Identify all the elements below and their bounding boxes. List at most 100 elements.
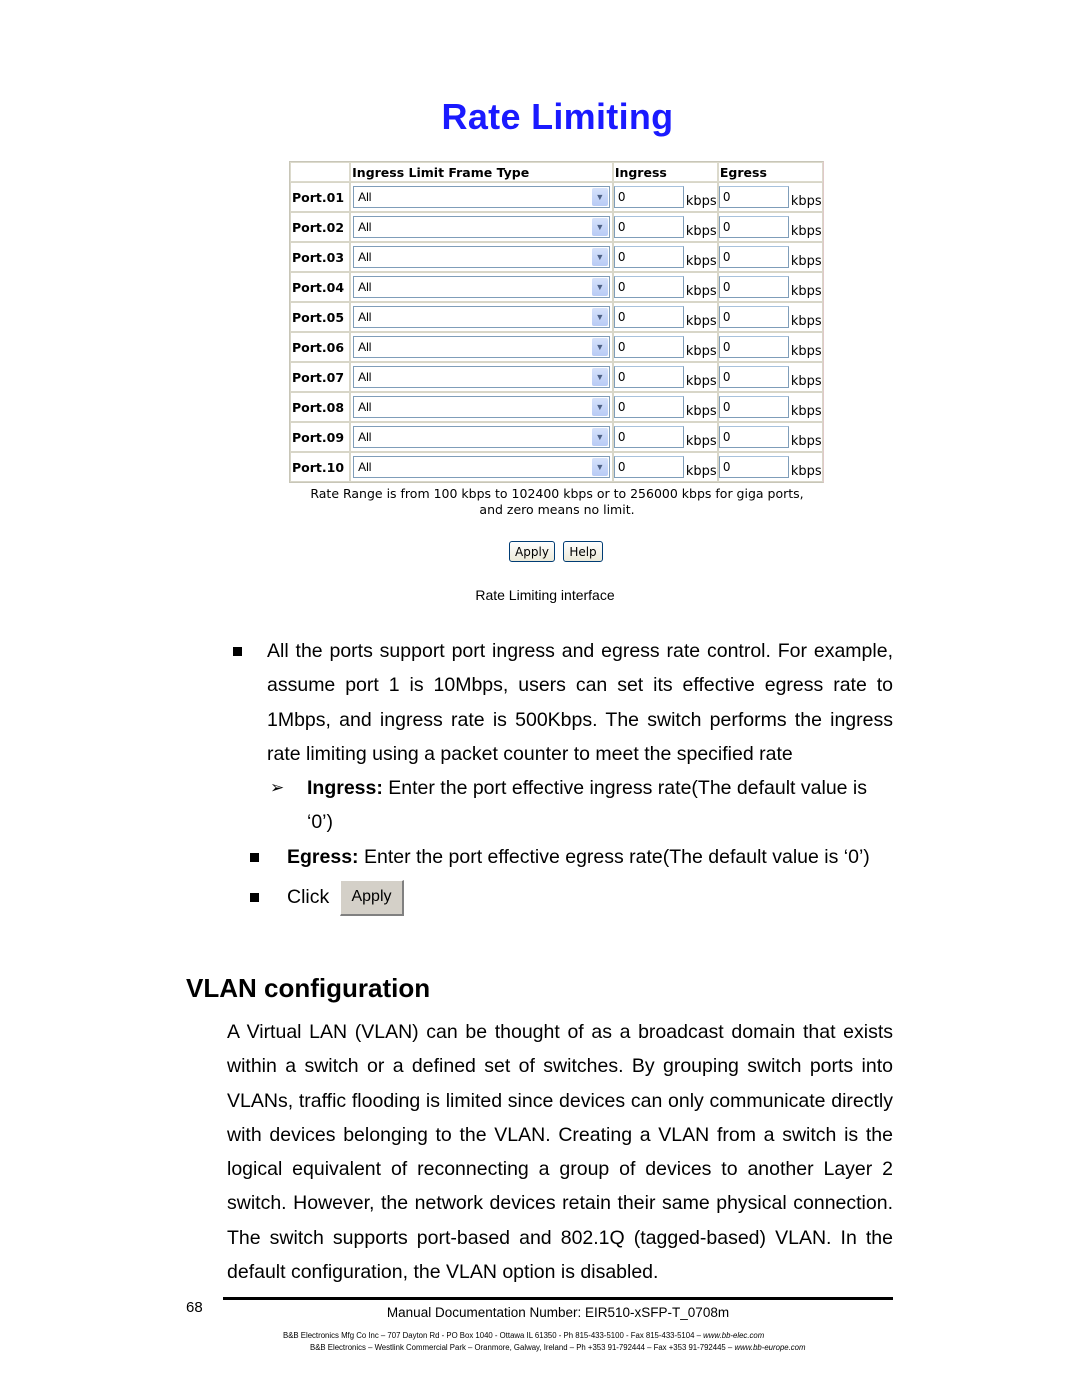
rate-range-note-line1: Rate Range is from 100 kbps to 102400 kb… <box>310 486 804 501</box>
ingress-unit: kbps <box>685 403 717 419</box>
ingress-text: Enter the port effective ingress rate(Th… <box>382 777 868 799</box>
table-row: Port.10 All ▼ 0 kbps 0 kbps <box>290 452 823 482</box>
frame-type-select[interactable]: All ▼ <box>353 246 610 268</box>
ingress-input[interactable]: 0 <box>613 215 684 238</box>
chevron-down-icon[interactable]: ▼ <box>591 308 608 326</box>
frame-type-value: All <box>358 220 372 234</box>
rate-range-note: Rate Range is from 100 kbps to 102400 kb… <box>262 486 852 518</box>
frame-type-select[interactable]: All ▼ <box>353 456 610 478</box>
chevron-down-icon[interactable]: ▼ <box>591 188 608 206</box>
ingress-input[interactable]: 0 <box>613 275 684 298</box>
bullet-ingress-cont: ‘0’) <box>307 811 334 833</box>
egress-unit: kbps <box>790 433 822 449</box>
ingress-input[interactable]: 0 <box>613 425 684 448</box>
ingress-input[interactable]: 0 <box>613 335 684 358</box>
table-row: Port.05 All ▼ 0 kbps 0 kbps <box>290 302 823 332</box>
egress-unit: kbps <box>790 343 822 359</box>
egress-unit: kbps <box>790 253 822 269</box>
ingress-unit: kbps <box>685 193 717 209</box>
footer-link-us[interactable]: www.bb-elec.com <box>703 1331 764 1340</box>
egress-input[interactable]: 0 <box>718 185 789 208</box>
egress-unit: kbps <box>790 193 822 209</box>
frame-type-select[interactable]: All ▼ <box>353 216 610 238</box>
ingress-input[interactable]: 0 <box>613 245 684 268</box>
frame-type-value: All <box>358 340 372 354</box>
section-heading: VLAN configuration <box>186 973 431 1003</box>
ingress-unit: kbps <box>685 433 717 449</box>
ingress-input[interactable]: 0 <box>613 305 684 328</box>
square-bullet-icon <box>250 893 259 902</box>
ingress-input[interactable]: 0 <box>613 365 684 388</box>
egress-input[interactable]: 0 <box>718 455 789 478</box>
footer-address-eu: B&B Electronics – Westlink Commercial Pa… <box>310 1343 806 1352</box>
rate-range-note-line2: and zero means no limit. <box>479 502 635 517</box>
port-label: Port.10 <box>290 452 351 482</box>
footer-link-eu[interactable]: www.bb-europe.com <box>734 1343 805 1352</box>
frame-type-select[interactable]: All ▼ <box>353 336 610 358</box>
ingress-input[interactable]: 0 <box>613 455 684 478</box>
chevron-down-icon[interactable]: ▼ <box>591 398 608 416</box>
figure-caption: Rate Limiting interface <box>475 587 615 603</box>
frame-type-value: All <box>358 460 372 474</box>
table-row: Port.07 All ▼ 0 kbps 0 kbps <box>290 362 823 392</box>
chevron-down-icon[interactable]: ▼ <box>591 218 608 236</box>
frame-type-select[interactable]: All ▼ <box>353 366 610 388</box>
egress-input[interactable]: 0 <box>718 335 789 358</box>
header-ingress: Ingress <box>612 162 718 182</box>
chevron-down-icon[interactable]: ▼ <box>591 458 608 476</box>
egress-unit: kbps <box>790 283 822 299</box>
bullet-egress: Egress: Enter the port effective egress … <box>287 840 893 874</box>
bullet-click-label: Click <box>287 886 330 908</box>
frame-type-value: All <box>358 190 372 204</box>
frame-type-select[interactable]: All ▼ <box>353 306 610 328</box>
egress-input[interactable]: 0 <box>718 305 789 328</box>
egress-label: Egress: <box>287 846 359 868</box>
frame-type-value: All <box>358 370 372 384</box>
egress-input[interactable]: 0 <box>718 245 789 268</box>
bullet-ingress: Ingress: Enter the port effective ingres… <box>307 771 893 805</box>
table-row: Port.03 All ▼ 0 kbps 0 kbps <box>290 242 823 272</box>
chevron-down-icon[interactable]: ▼ <box>591 248 608 266</box>
egress-unit: kbps <box>790 463 822 479</box>
ingress-unit: kbps <box>685 223 717 239</box>
chevron-down-icon[interactable]: ▼ <box>591 428 608 446</box>
footer-address-us: B&B Electronics Mfg Co Inc – 707 Dayton … <box>283 1331 764 1340</box>
port-label: Port.05 <box>290 302 351 332</box>
egress-input[interactable]: 0 <box>718 275 789 298</box>
frame-type-select[interactable]: All ▼ <box>353 396 610 418</box>
table-row: Port.02 All ▼ 0 kbps 0 kbps <box>290 212 823 242</box>
table-row: Port.06 All ▼ 0 kbps 0 kbps <box>290 332 823 362</box>
frame-type-select[interactable]: All ▼ <box>353 186 610 208</box>
ingress-input[interactable]: 0 <box>613 395 684 418</box>
frame-type-select[interactable]: All ▼ <box>353 276 610 298</box>
footer-address-eu-text: B&B Electronics – Westlink Commercial Pa… <box>310 1343 735 1352</box>
egress-input[interactable]: 0 <box>718 395 789 418</box>
egress-input[interactable]: 0 <box>718 425 789 448</box>
frame-type-select[interactable]: All ▼ <box>353 426 610 448</box>
bullet-port-rate-control: All the ports support port ingress and e… <box>267 640 893 765</box>
port-label: Port.01 <box>290 182 351 212</box>
egress-text: Enter the port effective egress rate(The… <box>358 846 870 868</box>
ingress-unit: kbps <box>685 463 717 479</box>
frame-type-value: All <box>358 400 372 414</box>
vlan-paragraph: A Virtual LAN (VLAN) can be thought of a… <box>227 1021 893 1284</box>
header-egress: Egress <box>717 162 823 182</box>
page-number: 68 <box>186 1299 203 1316</box>
chevron-down-icon[interactable]: ▼ <box>591 278 608 296</box>
egress-input[interactable]: 0 <box>718 215 789 238</box>
egress-unit: kbps <box>790 223 822 239</box>
ingress-input[interactable]: 0 <box>613 185 684 208</box>
help-button[interactable]: Help <box>563 541 603 562</box>
footer-address-us-text: B&B Electronics Mfg Co Inc – 707 Dayton … <box>283 1331 704 1340</box>
egress-input[interactable]: 0 <box>718 365 789 388</box>
apply-button-illustration: Apply <box>340 880 404 916</box>
rate-limiting-title: Rate Limiting <box>441 96 674 137</box>
apply-button[interactable]: Apply <box>509 541 555 562</box>
chevron-down-icon[interactable]: ▼ <box>591 338 608 356</box>
frame-type-value: All <box>358 310 372 324</box>
port-label: Port.06 <box>290 332 351 362</box>
square-bullet-icon <box>233 647 242 656</box>
ingress-unit: kbps <box>685 373 717 389</box>
chevron-down-icon[interactable]: ▼ <box>591 368 608 386</box>
port-label: Port.04 <box>290 272 351 302</box>
